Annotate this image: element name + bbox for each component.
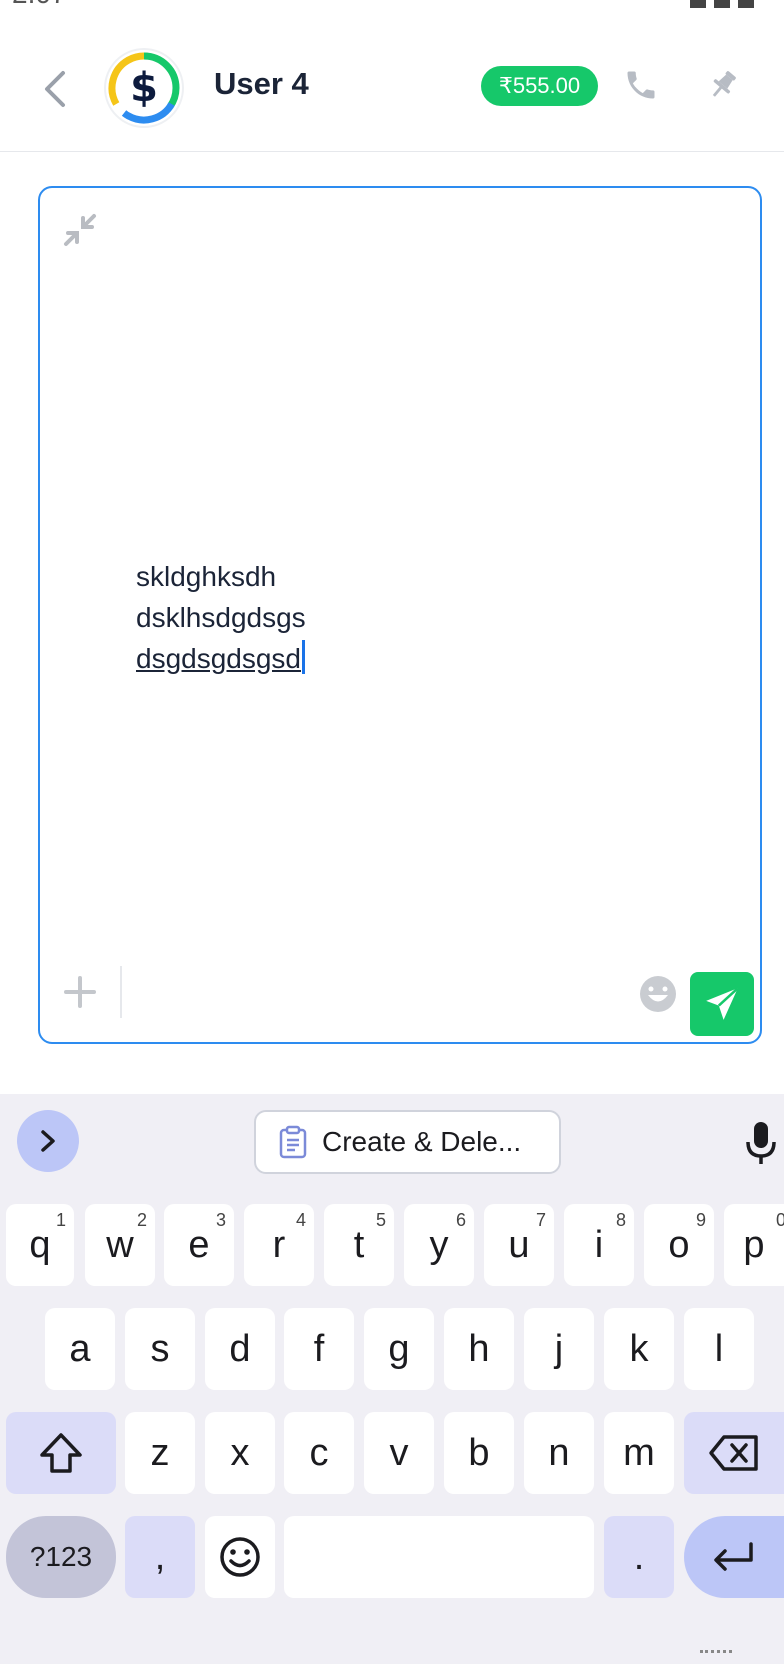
- key-h[interactable]: h: [444, 1308, 514, 1390]
- message-line: dsklhsdgdsgs: [136, 602, 306, 633]
- key-s[interactable]: s: [125, 1308, 195, 1390]
- back-button[interactable]: [36, 66, 72, 112]
- pin-icon: [712, 71, 736, 97]
- key-e[interactable]: e3: [164, 1204, 234, 1286]
- send-button[interactable]: [690, 972, 754, 1036]
- shift-icon: [40, 1433, 82, 1473]
- key-u[interactable]: u7: [484, 1204, 554, 1286]
- chevron-left-icon: [45, 71, 65, 107]
- key-l[interactable]: l: [684, 1308, 754, 1390]
- emoji-key[interactable]: [205, 1516, 275, 1598]
- key-k[interactable]: k: [604, 1308, 674, 1390]
- message-input[interactable]: skldghksdh dsklhsdgdsgs dsgdsgdsgsd: [136, 556, 306, 679]
- emoji-icon: [640, 976, 676, 1012]
- period-key[interactable]: .: [604, 1516, 674, 1598]
- key-v[interactable]: v: [364, 1412, 434, 1494]
- plus-icon: [64, 976, 96, 1008]
- key-b[interactable]: b: [444, 1412, 514, 1494]
- message-composer[interactable]: skldghksdh dsklhsdgdsgs dsgdsgdsgsd: [38, 186, 762, 1044]
- backspace-key[interactable]: [684, 1412, 784, 1494]
- key-a[interactable]: a: [45, 1308, 115, 1390]
- key-g[interactable]: g: [364, 1308, 434, 1390]
- balance-badge[interactable]: ₹555.00: [481, 66, 598, 106]
- voice-input-button[interactable]: [744, 1120, 778, 1166]
- key-q[interactable]: q1: [6, 1204, 74, 1286]
- chat-username: User 4: [214, 66, 309, 101]
- key-m[interactable]: m: [604, 1412, 674, 1494]
- key-o[interactable]: o9: [644, 1204, 714, 1286]
- backspace-icon: [709, 1435, 758, 1471]
- on-screen-keyboard: Create & Dele... q1 w2 e3 r4 t5 y6 u7 i8…: [0, 1094, 784, 1664]
- key-y[interactable]: y6: [404, 1204, 474, 1286]
- dollar-sign-logo: $: [108, 52, 180, 124]
- key-n[interactable]: n: [524, 1412, 594, 1494]
- key-r[interactable]: r4: [244, 1204, 314, 1286]
- key-f[interactable]: f: [284, 1308, 354, 1390]
- key-j[interactable]: j: [524, 1308, 594, 1390]
- composer-divider: [120, 966, 122, 1018]
- space-key[interactable]: [284, 1516, 594, 1598]
- keyboard-toolbar: Create & Dele...: [0, 1110, 784, 1174]
- clipboard-icon: [279, 1125, 307, 1159]
- collapse-button[interactable]: [60, 210, 100, 250]
- call-button[interactable]: [620, 64, 662, 106]
- smiley-icon: [220, 1537, 260, 1577]
- signal-icon: [714, 0, 730, 8]
- chat-header: $ User 4 ₹555.00: [0, 30, 784, 152]
- clipboard-suggestion-chip[interactable]: Create & Dele...: [254, 1110, 561, 1174]
- status-bar: 2:07: [0, 0, 784, 10]
- symbols-key[interactable]: ?123: [6, 1516, 116, 1598]
- key-c[interactable]: c: [284, 1412, 354, 1494]
- status-icons: [690, 0, 754, 8]
- emoji-button[interactable]: [638, 974, 678, 1014]
- comma-key[interactable]: ,: [125, 1516, 195, 1598]
- navigation-handle: [700, 1650, 732, 1654]
- send-icon: [706, 987, 739, 1020]
- avatar[interactable]: $: [106, 50, 182, 126]
- microphone-icon: [746, 1122, 776, 1164]
- chevron-right-icon: [41, 1130, 55, 1152]
- collapse-icon: [64, 214, 96, 246]
- message-line-current: dsgdsgdsgsd: [136, 643, 302, 674]
- key-d[interactable]: d: [205, 1308, 275, 1390]
- key-x[interactable]: x: [205, 1412, 275, 1494]
- pin-button[interactable]: [702, 64, 744, 106]
- suggestion-label: Create & Dele...: [322, 1126, 522, 1157]
- key-i[interactable]: i8: [564, 1204, 634, 1286]
- shift-key[interactable]: [6, 1412, 116, 1494]
- key-t[interactable]: t5: [324, 1204, 394, 1286]
- text-caret: [302, 640, 306, 674]
- keyboard-expand-button[interactable]: [17, 1110, 79, 1172]
- key-z[interactable]: z: [125, 1412, 195, 1494]
- key-p[interactable]: p0: [724, 1204, 784, 1286]
- add-attachment-button[interactable]: [62, 974, 98, 1010]
- message-line: skldghksdh: [136, 561, 277, 592]
- battery-icon: [738, 0, 754, 8]
- enter-icon: [714, 1542, 753, 1571]
- key-w[interactable]: w2: [85, 1204, 155, 1286]
- phone-icon: [627, 71, 655, 99]
- svg-text:$: $: [130, 65, 158, 111]
- wifi-icon: [690, 0, 706, 8]
- status-time: 2:07: [12, 0, 67, 10]
- enter-key[interactable]: [684, 1516, 784, 1598]
